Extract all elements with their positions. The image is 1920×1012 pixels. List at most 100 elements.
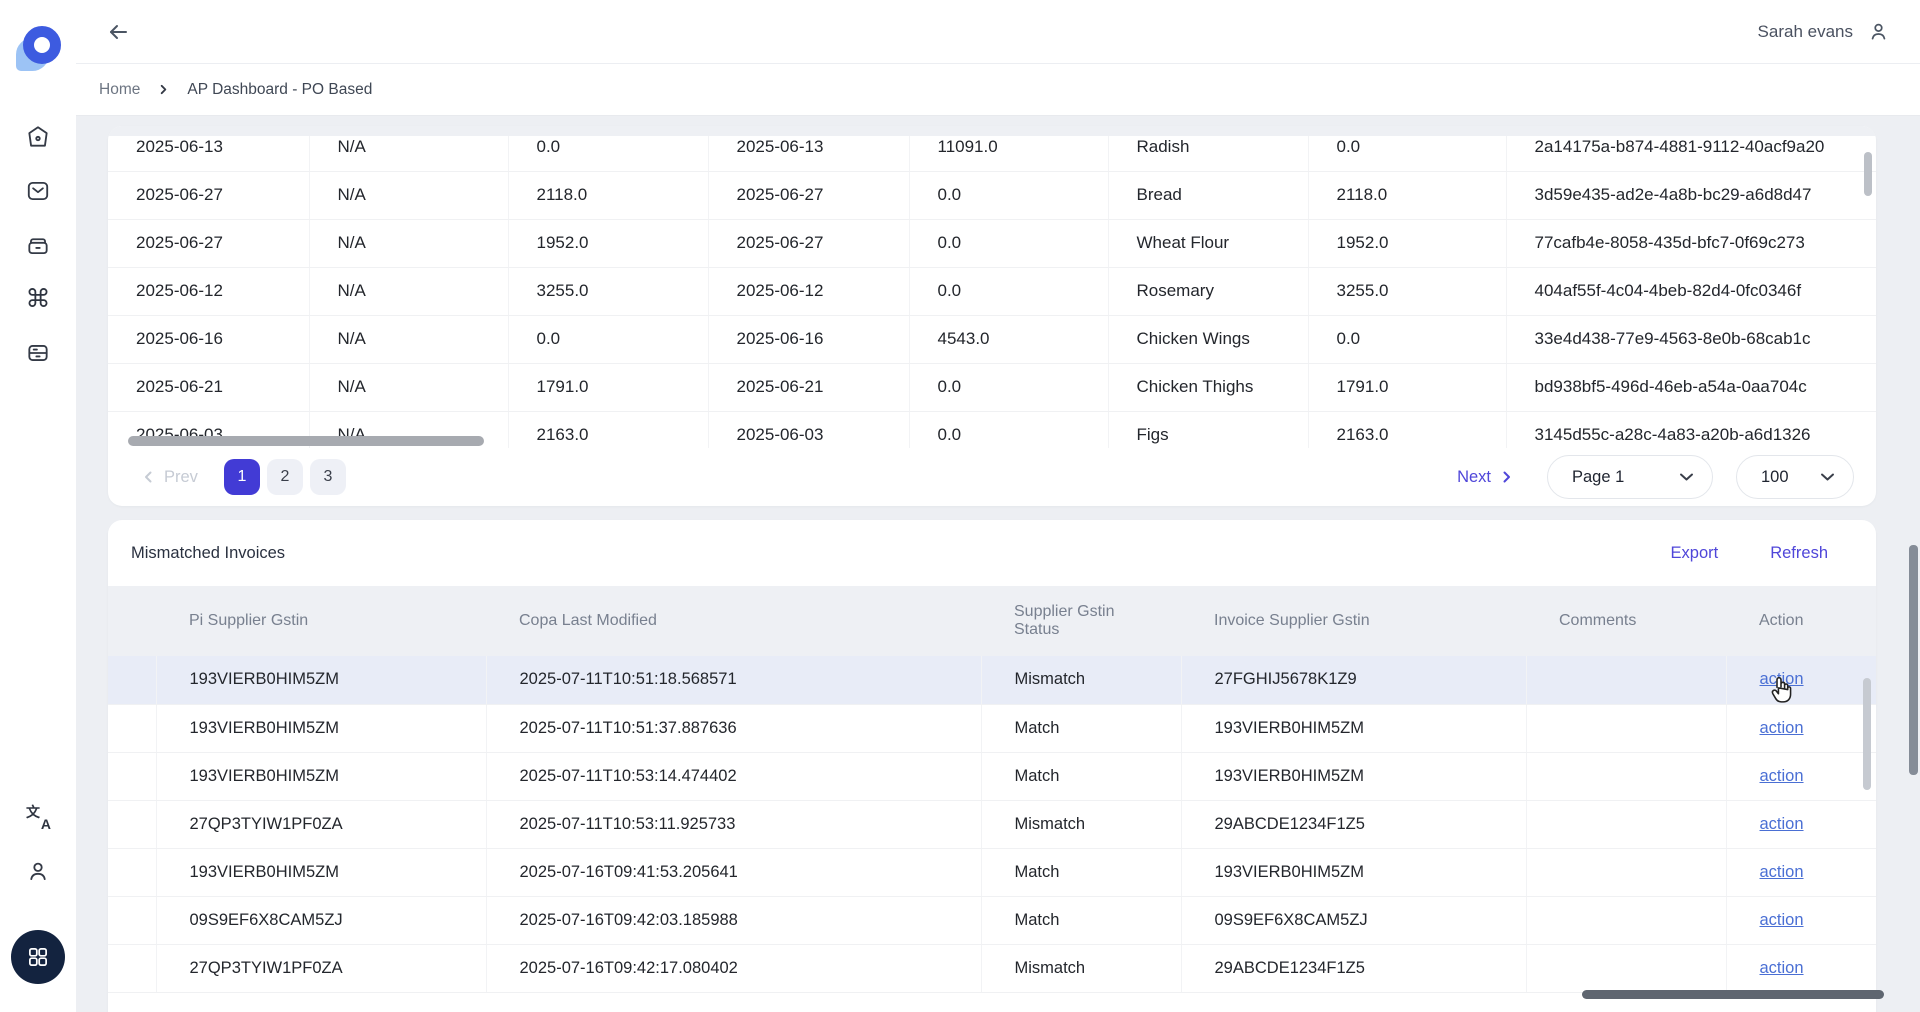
table-row[interactable]: 2025-06-12 N/A 3255.0 2025-06-12 0.0 Ros… bbox=[108, 267, 1876, 315]
cell-status: Mismatch bbox=[981, 944, 1181, 992]
po-cell-date1: 2025-06-12 bbox=[108, 267, 309, 315]
app-logo-icon[interactable] bbox=[15, 26, 61, 72]
po-cell-amount2: 0.0 bbox=[909, 219, 1108, 267]
vertical-scrollbar-thumb[interactable] bbox=[1864, 152, 1872, 196]
mail-icon[interactable] bbox=[25, 178, 51, 204]
action-link[interactable]: action bbox=[1760, 719, 1804, 737]
spacer-cell bbox=[108, 704, 156, 752]
po-cell-product: Radish bbox=[1108, 136, 1308, 171]
action-link[interactable]: action bbox=[1760, 911, 1804, 929]
col-header-comments: Comments bbox=[1526, 586, 1726, 656]
po-cell-amount1: 1952.0 bbox=[508, 219, 708, 267]
po-cell-na: N/A bbox=[309, 315, 508, 363]
po-cell-amount1: 0.0 bbox=[508, 315, 708, 363]
cell-gstin: 193VIERB0HIM5ZM bbox=[156, 848, 486, 896]
refresh-button[interactable]: Refresh bbox=[1770, 544, 1828, 563]
col-header-action: Action bbox=[1726, 586, 1876, 656]
po-cell-uuid: bd938bf5-496d-46eb-a54a-0aa704c bbox=[1506, 363, 1876, 411]
po-cell-amount1: 0.0 bbox=[508, 136, 708, 171]
cell-status: Mismatch bbox=[981, 800, 1181, 848]
cell-invoice-gstin: 193VIERB0HIM5ZM bbox=[1181, 848, 1526, 896]
cell-action: action bbox=[1726, 896, 1876, 944]
po-cell-date1: 2025-06-21 bbox=[108, 363, 309, 411]
chevron-right-icon bbox=[1501, 470, 1513, 484]
table-row[interactable]: 2025-06-27 N/A 2118.0 2025-06-27 0.0 Bre… bbox=[108, 171, 1876, 219]
cell-status: Match bbox=[981, 704, 1181, 752]
cell-gstin: 193VIERB0HIM5ZM bbox=[156, 752, 486, 800]
home-icon[interactable] bbox=[25, 124, 51, 150]
po-cell-amount2: 0.0 bbox=[909, 171, 1108, 219]
page-number-button[interactable]: 3 bbox=[310, 459, 346, 495]
po-cell-date1: 2025-06-16 bbox=[108, 315, 309, 363]
cell-comments bbox=[1526, 896, 1726, 944]
po-cell-amount3: 1791.0 bbox=[1308, 363, 1506, 411]
po-cell-product: Bread bbox=[1108, 171, 1308, 219]
user-menu[interactable]: Sarah evans bbox=[1758, 20, 1890, 43]
po-cell-date2: 2025-06-13 bbox=[708, 136, 909, 171]
cell-invoice-gstin: 27FGHIJ5678K1Z9 bbox=[1181, 656, 1526, 704]
invoices-table: Pi Supplier Gstin Copa Last Modified Sup… bbox=[108, 586, 1876, 993]
table-row[interactable]: 27QP3TYIW1PF0ZA 2025-07-11T10:53:11.9257… bbox=[108, 800, 1876, 848]
table-row[interactable]: 09S9EF6X8CAM5ZJ 2025-07-16T09:42:03.1859… bbox=[108, 896, 1876, 944]
po-cell-uuid: 3d59e435-ad2e-4a8b-bc29-a6d8d47 bbox=[1506, 171, 1876, 219]
action-link[interactable]: action bbox=[1760, 815, 1804, 833]
po-cell-date1: 2025-06-13 bbox=[108, 136, 309, 171]
table-row[interactable]: 2025-06-21 N/A 1791.0 2025-06-21 0.0 Chi… bbox=[108, 363, 1876, 411]
po-cell-uuid: 404af55f-4c04-4beb-82d4-0fc0346f bbox=[1506, 267, 1876, 315]
po-cell-product: Chicken Thighs bbox=[1108, 363, 1308, 411]
chevron-left-icon bbox=[142, 470, 154, 484]
po-cell-na: N/A bbox=[309, 267, 508, 315]
table-row[interactable]: 193VIERB0HIM5ZM 2025-07-11T10:53:14.4744… bbox=[108, 752, 1876, 800]
po-cell-amount3: 1952.0 bbox=[1308, 219, 1506, 267]
archive-icon[interactable] bbox=[25, 232, 51, 258]
user-name: Sarah evans bbox=[1758, 22, 1853, 42]
export-button[interactable]: Export bbox=[1671, 544, 1719, 563]
action-link[interactable]: action bbox=[1760, 767, 1804, 785]
po-cell-na: N/A bbox=[309, 363, 508, 411]
cell-action: action bbox=[1726, 944, 1876, 992]
prev-page-button[interactable]: Prev bbox=[142, 468, 198, 487]
chevron-down-icon bbox=[1820, 472, 1835, 482]
table-row[interactable]: 2025-06-13 N/A 0.0 2025-06-13 11091.0 Ra… bbox=[108, 136, 1876, 171]
cell-gstin: 193VIERB0HIM5ZM bbox=[156, 704, 486, 752]
table-row[interactable]: 193VIERB0HIM5ZM 2025-07-11T10:51:37.8876… bbox=[108, 704, 1876, 752]
user-icon[interactable] bbox=[25, 858, 51, 884]
next-page-button[interactable]: Next bbox=[1457, 468, 1513, 487]
vertical-scrollbar-thumb[interactable] bbox=[1863, 678, 1871, 790]
page-size-dropdown[interactable]: 100 bbox=[1736, 455, 1854, 499]
translate-icon[interactable]: 文A bbox=[25, 804, 51, 830]
action-link[interactable]: action bbox=[1760, 670, 1804, 688]
horizontal-scrollbar-thumb[interactable] bbox=[128, 436, 484, 446]
page-number-button[interactable]: 2 bbox=[267, 459, 303, 495]
action-link[interactable]: action bbox=[1760, 959, 1804, 977]
section-title: Mismatched Invoices bbox=[131, 544, 285, 563]
spacer-cell bbox=[108, 896, 156, 944]
table-row[interactable]: 193VIERB0HIM5ZM 2025-07-16T09:41:53.2056… bbox=[108, 848, 1876, 896]
cell-invoice-gstin: 29ABCDE1234F1Z5 bbox=[1181, 944, 1526, 992]
table-row[interactable]: 27QP3TYIW1PF0ZA 2025-07-16T09:42:17.0804… bbox=[108, 944, 1876, 992]
card-icon[interactable] bbox=[25, 340, 51, 366]
breadcrumb-home-link[interactable]: Home bbox=[99, 81, 140, 99]
spacer-cell bbox=[108, 752, 156, 800]
cell-action: action bbox=[1726, 800, 1876, 848]
page-select-dropdown[interactable]: Page 1 bbox=[1547, 455, 1713, 499]
breadcrumb-current: AP Dashboard - PO Based bbox=[187, 81, 372, 99]
page-vertical-scrollbar-thumb[interactable] bbox=[1909, 545, 1918, 775]
spacer-cell bbox=[108, 944, 156, 992]
table-row[interactable]: 2025-06-27 N/A 1952.0 2025-06-27 0.0 Whe… bbox=[108, 219, 1876, 267]
page-horizontal-scrollbar-thumb[interactable] bbox=[1582, 990, 1884, 999]
page-number-button[interactable]: 1 bbox=[224, 459, 260, 495]
apps-grid-icon[interactable] bbox=[11, 930, 65, 984]
po-cell-product: Figs bbox=[1108, 411, 1308, 448]
command-icon[interactable]: ⌘ bbox=[25, 286, 51, 312]
table-row[interactable]: 193VIERB0HIM5ZM 2025-07-11T10:51:18.5685… bbox=[108, 656, 1876, 704]
po-cell-uuid: 2a14175a-b874-4881-9112-40acf9a20 bbox=[1506, 136, 1876, 171]
sidebar: ⌘ 文A bbox=[0, 0, 76, 1012]
cell-action: action bbox=[1726, 704, 1876, 752]
table-row[interactable]: 2025-06-16 N/A 0.0 2025-06-16 4543.0 Chi… bbox=[108, 315, 1876, 363]
cell-gstin: 09S9EF6X8CAM5ZJ bbox=[156, 896, 486, 944]
back-arrow-icon[interactable] bbox=[104, 18, 132, 46]
cell-comments bbox=[1526, 752, 1726, 800]
spacer-cell bbox=[108, 848, 156, 896]
action-link[interactable]: action bbox=[1760, 863, 1804, 881]
